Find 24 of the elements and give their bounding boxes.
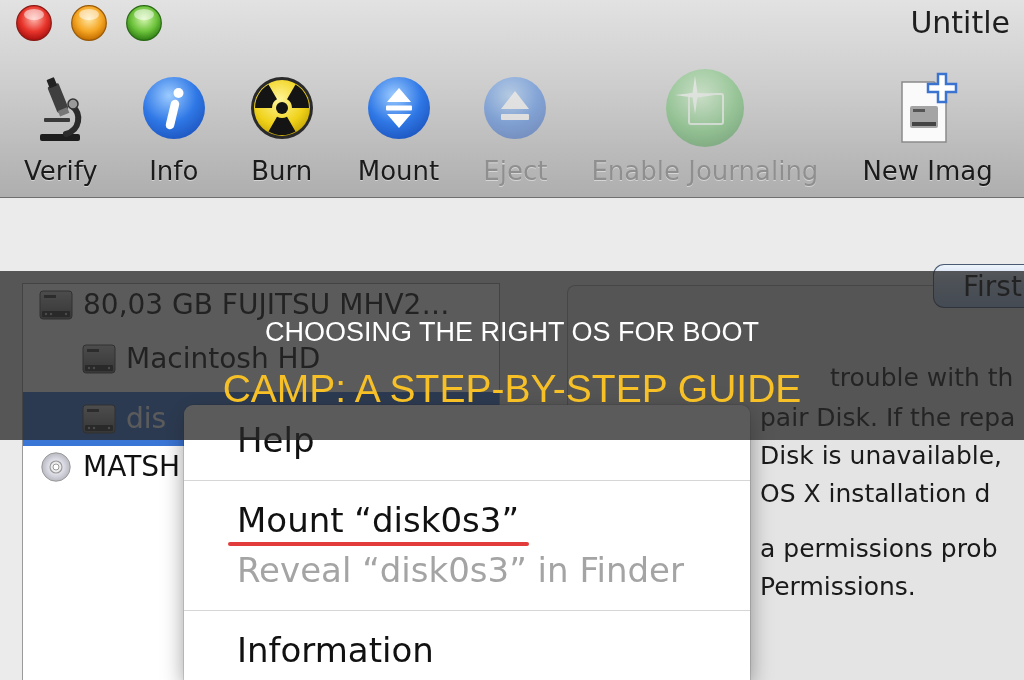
- cd-icon: [41, 452, 71, 482]
- menu-item[interactable]: Information: [184, 625, 750, 675]
- sidebar-item[interactable]: MATSH: [37, 452, 181, 482]
- panel-text-line: OS X installation d: [760, 480, 991, 508]
- close-button[interactable]: [16, 5, 52, 41]
- menu-item[interactable]: Mount “disk0s3”: [184, 495, 750, 545]
- panel-text-line: Permissions.: [760, 573, 916, 601]
- info-icon: [141, 76, 206, 140]
- toolbar-button[interactable]: Verify: [24, 66, 98, 186]
- window-title: Untitle: [910, 5, 1010, 41]
- eject-icon: [483, 76, 548, 140]
- zoom-button[interactable]: [126, 5, 162, 41]
- overlay-title: CAMP: A STEP-BY-STEP GUIDE: [222, 374, 802, 403]
- toolbar-button[interactable]: Info: [141, 66, 206, 186]
- toolbar-button[interactable]: Mount: [357, 66, 440, 186]
- panel-text-line: Disk is unavailable,: [760, 442, 1003, 470]
- panel-text-line: a permissions prob: [760, 535, 998, 563]
- toolbar-button[interactable]: New Imag: [862, 66, 993, 186]
- radiation-icon: [249, 76, 314, 140]
- toolbar-button[interactable]: Burn: [249, 66, 314, 186]
- sparkle-circle-icon: [664, 68, 745, 148]
- overlay-title: CHOOSING THE RIGHT OS FOR BOOT: [264, 321, 759, 343]
- minimize-button[interactable]: [71, 5, 107, 41]
- up-down-arrows-icon: [366, 76, 431, 140]
